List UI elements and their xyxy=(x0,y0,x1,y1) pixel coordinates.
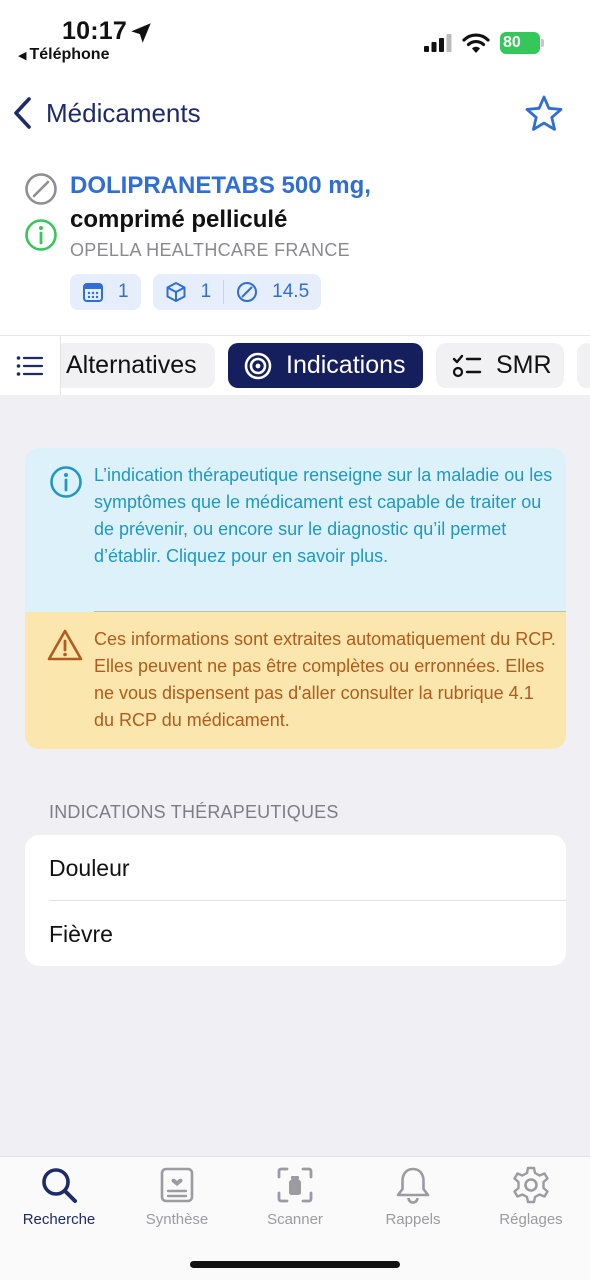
calendar-chip[interactable]: 1 xyxy=(70,274,141,310)
tab-recherche[interactable]: Recherche xyxy=(0,1165,118,1228)
list-item[interactable]: Douleur xyxy=(49,836,130,901)
tab-reglages[interactable]: Réglages xyxy=(472,1165,590,1228)
tabs-menu-button[interactable] xyxy=(0,336,61,395)
summary-icon xyxy=(160,1167,194,1203)
back-to-app-link[interactable]: ◀ Téléphone xyxy=(18,46,109,64)
list-item[interactable]: Fièvre xyxy=(49,902,113,967)
info-card-text: L’indication thérapeutique renseigne sur… xyxy=(94,465,553,566)
tab-label: Synthèse xyxy=(145,1211,209,1228)
status-bar: 10:17 ◀ Téléphone 80 xyxy=(0,0,590,70)
drug-name: DOLIPRANETABS 500 mg, xyxy=(70,172,371,199)
nav-back-button[interactable]: Médicaments xyxy=(12,96,201,130)
info-circle-icon xyxy=(25,219,57,251)
checklist-icon xyxy=(452,354,482,377)
cellular-signal-icon xyxy=(424,34,452,52)
tab-label: Réglages xyxy=(499,1211,563,1228)
back-triangle-icon: ◀ xyxy=(18,50,27,62)
tab-label: Alternatives xyxy=(66,351,197,379)
home-indicator[interactable] xyxy=(190,1261,400,1268)
gear-icon xyxy=(513,1166,549,1204)
tab-label: Scanner xyxy=(267,1211,323,1228)
laboratory-name: OPELLA HEALTHCARE FRANCE xyxy=(70,240,350,260)
chip-divider xyxy=(223,280,225,304)
battery-indicator: 80 xyxy=(500,32,544,54)
warning-card-text: Ces informations sont extraites automati… xyxy=(94,629,556,730)
chevron-left-icon xyxy=(14,97,31,129)
location-arrow-icon xyxy=(131,23,151,43)
section-tabs: Alternatives Indications SMR xyxy=(0,335,590,395)
tab-rappels[interactable]: Rappels xyxy=(354,1165,472,1228)
list-menu-icon xyxy=(16,355,44,376)
tab-alternatives[interactable]: Alternatives xyxy=(54,343,215,388)
prohibited-circle-icon xyxy=(237,282,258,302)
warning-triangle-icon xyxy=(47,629,83,661)
status-time: 10:17 xyxy=(62,17,127,45)
price-value: 14.5 xyxy=(272,281,310,302)
box-count: 1 xyxy=(200,281,212,302)
prohibited-circle-icon xyxy=(25,173,57,205)
calendar-icon xyxy=(83,283,103,302)
bottom-tab-bar: Recherche Synthèse Scanner Rappels Régla… xyxy=(0,1156,590,1280)
info-circle-icon xyxy=(50,466,82,498)
target-icon xyxy=(244,352,272,379)
battery-level: 80 xyxy=(503,34,521,51)
tab-label: Indications xyxy=(286,351,406,379)
warning-card: Ces informations sont extraites automati… xyxy=(25,612,566,749)
scanner-icon xyxy=(277,1167,313,1203)
search-icon xyxy=(42,1168,77,1203)
back-app-label: Téléphone xyxy=(29,46,110,63)
tab-label: Recherche xyxy=(22,1211,96,1228)
calendar-count: 1 xyxy=(118,281,129,302)
tab-synthese[interactable]: Synthèse xyxy=(118,1165,236,1228)
bell-icon xyxy=(396,1167,430,1204)
tab-indications[interactable]: Indications xyxy=(228,343,423,388)
info-card[interactable]: L’indication thérapeutique renseigne sur… xyxy=(25,448,566,612)
tab-label: Rappels xyxy=(385,1211,441,1228)
tab-scanner[interactable]: Scanner xyxy=(236,1165,354,1228)
drug-form: comprimé pelliculé xyxy=(70,206,288,233)
box-price-chip[interactable]: 1 14.5 xyxy=(152,274,322,310)
favorite-star-icon[interactable] xyxy=(524,94,564,134)
drug-chips: 1 1 14.5 xyxy=(70,274,322,310)
list-divider xyxy=(49,900,566,901)
nav-back-label: Médicaments xyxy=(46,97,201,128)
indications-section-title: INDICATIONS THÉRAPEUTIQUES xyxy=(49,802,339,822)
wifi-icon xyxy=(462,33,490,53)
tab-smr[interactable]: SMR xyxy=(436,343,564,388)
drug-header: Médicaments DOLIPRANETABS 500 mg, compri… xyxy=(0,70,590,335)
indications-list: Douleur Fièvre xyxy=(25,835,566,966)
tab-label: SMR xyxy=(496,351,552,379)
tab-next-partial[interactable] xyxy=(577,343,590,388)
box-icon xyxy=(166,282,186,302)
